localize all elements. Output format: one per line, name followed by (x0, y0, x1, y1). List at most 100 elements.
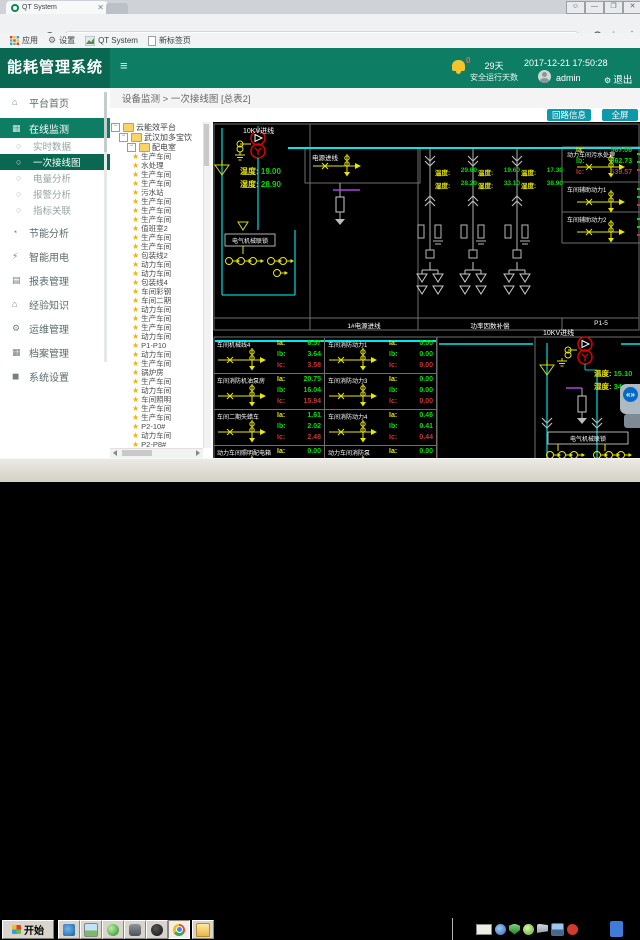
sidebar-item[interactable]: ⚡ 智能用电 (0, 246, 110, 266)
star-icon: ★ (132, 395, 139, 404)
bookmark-settings[interactable]: ⚙ 设置 (48, 35, 75, 46)
gear-icon: ⚙ (604, 76, 613, 85)
breadcrumb: 设备监测 > 一次接线图 [总表2] (122, 94, 251, 105)
star-icon: ★ (132, 404, 139, 413)
profile-button[interactable]: ☺ (566, 1, 585, 14)
sidebar-scrollbar-thumb[interactable] (104, 92, 107, 152)
sidebar-item[interactable]: ⚙ 运维管理 (0, 318, 110, 338)
sidebar-item-label: 档案管理 (29, 345, 69, 360)
tree-expander-icon[interactable]: − (119, 133, 128, 142)
tab-close-icon[interactable]: ✕ (96, 3, 105, 12)
keyboard-icon[interactable] (476, 924, 492, 935)
bookmark-label: 应用 (22, 35, 38, 46)
star-icon: ★ (132, 161, 139, 170)
sidebar-item-icon: ⚡ (12, 251, 29, 262)
tree-leaf-row[interactable]: ★ 生产车间 (110, 413, 213, 422)
logout-button[interactable]: ⚙ 退出 (604, 72, 632, 86)
quicklaunch-recorder[interactable] (146, 920, 168, 939)
green-sphere-icon (107, 924, 119, 936)
tree-expander-icon[interactable]: − (127, 143, 136, 152)
sidebar-item[interactable]: ○ 电量分析 (0, 170, 110, 186)
scroll-right-arrow[interactable] (196, 450, 200, 456)
sidebar-item[interactable]: ○ 指标关联 (0, 202, 110, 218)
tree-expander-icon[interactable]: − (111, 123, 120, 132)
quicklaunch-chrome-active[interactable] (168, 920, 190, 939)
star-icon: ★ (132, 422, 139, 431)
bell-icon[interactable] (452, 60, 465, 71)
star-icon: ★ (132, 242, 139, 251)
remote-widget-tab[interactable] (624, 414, 640, 428)
sidebar-item[interactable]: ○ 实时数据 (0, 138, 110, 154)
star-icon: ★ (132, 152, 139, 161)
avatar[interactable] (538, 70, 551, 83)
header-datetime: 2017-12-21 17:50:28 (524, 58, 608, 68)
window-minimize-button[interactable]: — (585, 1, 604, 14)
breadcrumb-bar: 设备监测 > 一次接线图 [总表2] (110, 88, 640, 109)
start-button[interactable]: 开始 (2, 920, 54, 939)
quicklaunch-pictures[interactable] (80, 920, 102, 939)
network-icon[interactable] (551, 923, 564, 936)
sidebar-item[interactable]: ▦ 档案管理 (0, 342, 110, 362)
flag-icon[interactable] (537, 924, 548, 935)
menu-toggle-icon[interactable]: ≡ (120, 58, 128, 73)
sidebar-item-icon: ○ (16, 157, 33, 167)
sidebar-item[interactable]: ○ 一次接线图 (0, 154, 110, 170)
sidebar-item-label: 系统设置 (29, 369, 69, 384)
taskbar-clock: 17:50 (583, 924, 606, 934)
logout-label: 退出 (613, 75, 632, 86)
folder-icon (131, 133, 142, 142)
blocked-icon[interactable] (567, 924, 578, 935)
gear-icon: ⚙ (48, 35, 56, 46)
tree-folder-row[interactable]: − 武汉加多宝饮 (110, 132, 213, 142)
sidebar-item[interactable]: ◼ 系统设置 (0, 366, 110, 386)
chrome-icon-center (176, 926, 183, 933)
tree-vertical-scrollbar-thumb[interactable] (204, 124, 209, 166)
bookmark-new-tab[interactable]: 新标签页 (148, 35, 191, 46)
quicklaunch-phone[interactable] (124, 920, 146, 939)
fullscreen-button[interactable]: 全屏 (602, 109, 638, 121)
tab-favicon-icon (11, 4, 19, 12)
star-icon: ★ (132, 323, 139, 332)
star-icon: ★ (132, 287, 139, 296)
browser-tab[interactable]: QT System ✕ (6, 1, 108, 14)
star-icon: ★ (132, 278, 139, 287)
language-indicator[interactable]: CH (459, 924, 472, 934)
sidebar-item[interactable]: ⌂ 平台首页 (0, 92, 110, 112)
tree-horizontal-scrollbar-thumb[interactable] (122, 450, 152, 456)
sidebar-item[interactable]: ⌂ 经验知识 (0, 294, 110, 314)
sidebar-item[interactable]: ◔ 节能分析 (0, 222, 110, 242)
tab-title: QT System (22, 4, 96, 11)
sidebar-item-icon: ▦ (12, 347, 29, 358)
quicklaunch-messenger[interactable] (58, 920, 80, 939)
star-icon: ★ (132, 413, 139, 422)
sidebar-item[interactable]: ○ 报警分析 (0, 186, 110, 202)
window-close-button[interactable]: ✕ (623, 1, 640, 14)
new-tab-button[interactable] (106, 3, 128, 14)
apps-grid-icon (10, 36, 19, 45)
sidebar-item[interactable]: ▦ 在线监测 (0, 118, 110, 138)
tree-folder-row[interactable]: − 云能效平台 (110, 122, 213, 132)
bookmark-qt-system[interactable]: QT System (85, 36, 138, 46)
tree-vertical-scrollbar[interactable] (203, 122, 211, 448)
shield-icon[interactable] (509, 924, 520, 935)
sidebar-item-label: 平台首页 (29, 95, 69, 110)
window-restore-button[interactable]: ❐ (604, 1, 623, 14)
bookmark-apps[interactable]: 应用 (10, 35, 38, 46)
quicklaunch-green-app[interactable] (102, 920, 124, 939)
tree-leaf-row[interactable]: ★ 动力车间 (110, 431, 213, 440)
star-icon: ★ (132, 305, 139, 314)
scroll-left-arrow[interactable] (113, 450, 117, 456)
remote-widget-icon[interactable]: «» (623, 387, 638, 402)
tray-app-icon[interactable] (495, 924, 506, 935)
update-icon[interactable] (523, 924, 534, 935)
username[interactable]: admin (556, 73, 581, 83)
sidebar-item[interactable]: ▤ 报表管理 (0, 270, 110, 290)
sidebar-item-icon: ○ (16, 205, 33, 215)
quicklaunch-explorer[interactable] (192, 920, 214, 939)
folder-icon (196, 923, 210, 937)
tree-leaf-list: ★ 生产车间 ★ 水处理 ★ 生产车间 ★ 生产车间 ★ 污水站 ★ 生产车间 … (110, 152, 213, 449)
sidebar-item-icon: ○ (16, 141, 33, 151)
tree-leaf-row[interactable]: ★ 动力车间 (110, 332, 213, 341)
show-desktop-button[interactable] (610, 921, 623, 937)
circuit-info-button[interactable]: 回路信息 (547, 109, 591, 121)
